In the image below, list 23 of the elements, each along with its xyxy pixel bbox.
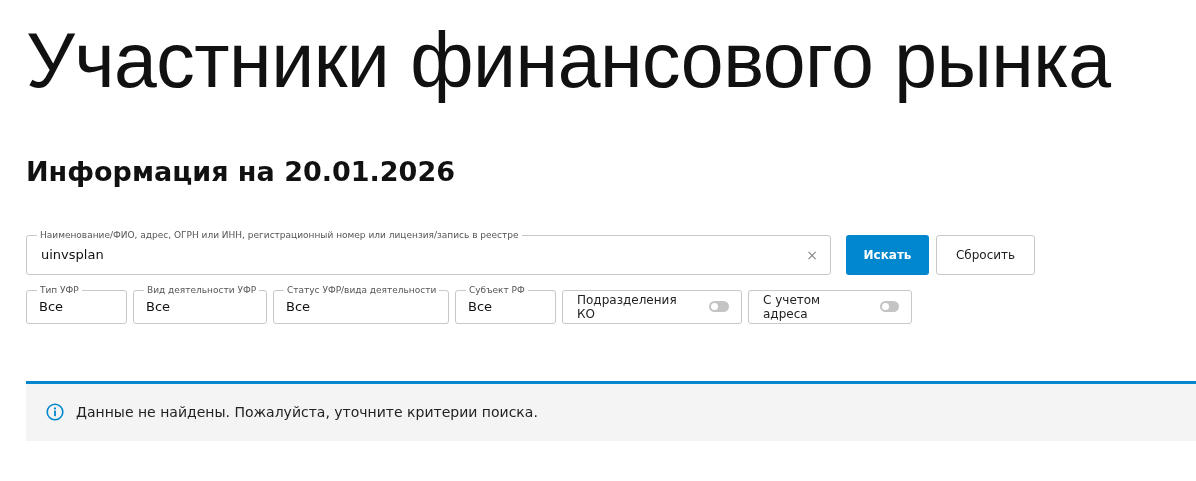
toggle-control[interactable]: С учетом адреса [748, 289, 912, 324]
page-title: Участники финансового рынка [26, 16, 1112, 105]
search-button[interactable]: Искать [846, 234, 929, 275]
clear-button[interactable]: × [806, 246, 818, 263]
toggle-label: С учетом адреса [763, 292, 822, 321]
field-value: Все [146, 299, 172, 315]
toggle-control[interactable]: Подразделения КО [562, 289, 742, 324]
toggle-switch[interactable] [709, 301, 729, 313]
field-label: Тип УФР [37, 283, 82, 296]
reset-button[interactable]: Сбросить [936, 234, 1035, 275]
field-label: Субъект РФ [466, 283, 528, 296]
field-label: Статус УФР/вида деятельности [284, 283, 440, 296]
info-heading: Информация на 20.01.2026 [26, 156, 456, 189]
field-label: Наименование/ФИО, адрес, ОГРН или ИНН, регистрационный номер или лицензия/запись в реестре [37, 228, 522, 241]
field-label: Вид деятельности УФР [144, 283, 260, 296]
field-value: Все [286, 299, 312, 315]
info-icon [46, 403, 64, 422]
toggle-label: Подразделения КО [577, 292, 678, 321]
field-value: uinvsplan [41, 247, 105, 263]
field-value: Все [39, 299, 65, 315]
field-value: Все [468, 299, 494, 315]
notice-text: Данные не найдены. Пожалуйста, уточните критерии поиска. [76, 404, 538, 421]
toggle-switch[interactable] [879, 301, 899, 313]
